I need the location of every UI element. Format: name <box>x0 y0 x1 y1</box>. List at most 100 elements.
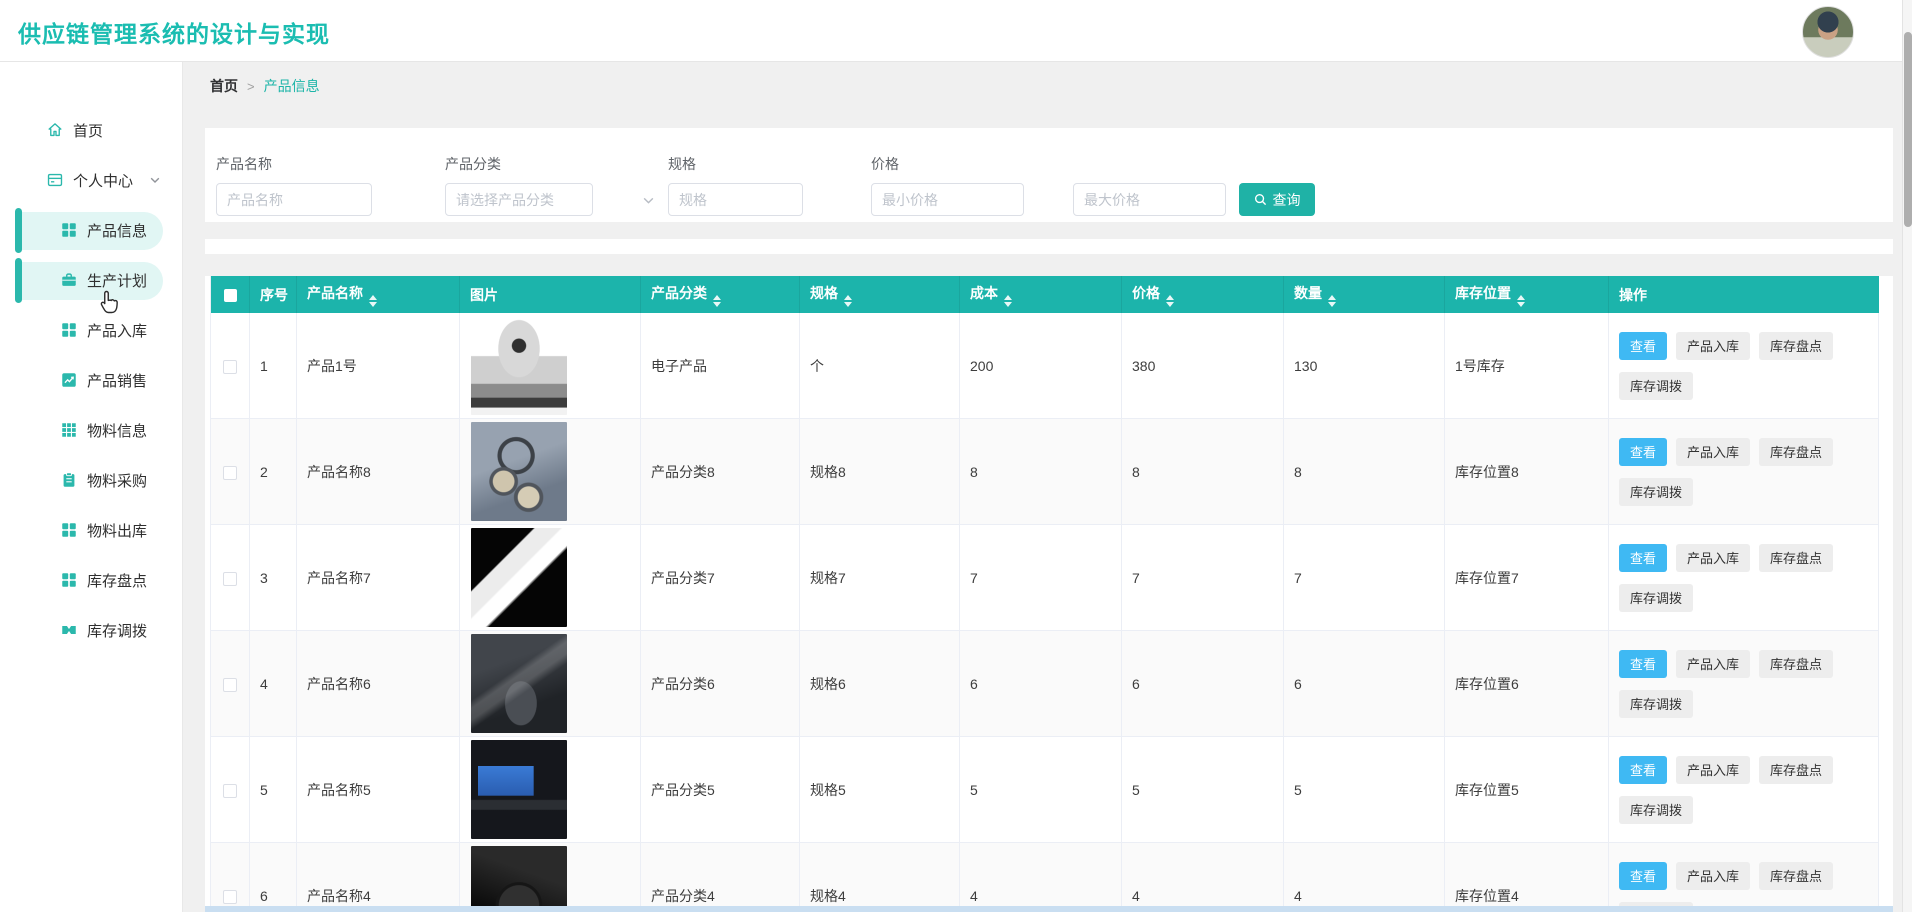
cell-spec: 规格5 <box>800 737 960 843</box>
view-button[interactable]: 查看 <box>1619 544 1667 572</box>
view-button[interactable]: 查看 <box>1619 862 1667 890</box>
col-header-spec[interactable]: 规格 <box>800 276 960 313</box>
inventory-check-button[interactable]: 库存盘点 <box>1759 438 1833 466</box>
app-window: 供应链管理系统的设计与实现 首页 个人中心 <box>0 0 1912 912</box>
breadcrumb-home[interactable]: 首页 <box>210 76 238 96</box>
sidebar-item-inventory-transfer[interactable]: 库存调拨 <box>0 610 182 650</box>
cell-price: 8 <box>1122 419 1284 525</box>
col-header-category[interactable]: 产品分类 <box>641 276 800 313</box>
inventory-transfer-button[interactable]: 库存调拨 <box>1619 478 1693 506</box>
inventory-transfer-button[interactable]: 库存调拨 <box>1619 796 1693 824</box>
sidebar-item-label: 产品销售 <box>87 370 147 391</box>
sidebar-item-product-sales[interactable]: 产品销售 <box>0 360 182 400</box>
vertical-scrollbar-thumb[interactable] <box>1904 32 1912 227</box>
product-image[interactable] <box>471 740 567 839</box>
briefcase-icon <box>60 271 78 289</box>
col-header-actions: 操作 <box>1609 276 1879 313</box>
row-checkbox[interactable] <box>223 784 237 798</box>
select-all-checkbox[interactable] <box>224 289 237 302</box>
inventory-check-button[interactable]: 库存盘点 <box>1759 862 1833 890</box>
sidebar-item-product-info[interactable]: 产品信息 <box>0 210 182 250</box>
view-button[interactable]: 查看 <box>1619 650 1667 678</box>
mouse-hand-cursor <box>96 288 124 316</box>
product-image[interactable] <box>471 316 567 415</box>
row-checkbox[interactable] <box>223 466 237 480</box>
sidebar-item-product-inbound[interactable]: 产品入库 <box>0 310 182 350</box>
sidebar-item-inventory-check[interactable]: 库存盘点 <box>0 560 182 600</box>
product-inbound-button[interactable]: 产品入库 <box>1676 650 1750 678</box>
inventory-check-button[interactable]: 库存盘点 <box>1759 650 1833 678</box>
sidebar-item-material-outbound[interactable]: 物料出库 <box>0 510 182 550</box>
sidebar-item-label: 个人中心 <box>73 170 133 191</box>
table-row: 2 产品名称8 产品分类8 规格8 8 8 8 库存位置8 查看 产品入库 库存… <box>211 419 1879 525</box>
product-inbound-button[interactable]: 产品入库 <box>1676 756 1750 784</box>
min-price-input[interactable] <box>871 183 1024 216</box>
product-image[interactable] <box>471 528 567 627</box>
inventory-check-button[interactable]: 库存盘点 <box>1759 756 1833 784</box>
horizontal-scrollbar[interactable] <box>205 906 1893 912</box>
inventory-transfer-button[interactable]: 库存调拨 <box>1619 690 1693 718</box>
product-inbound-button[interactable]: 产品入库 <box>1676 332 1750 360</box>
row-checkbox[interactable] <box>223 360 237 374</box>
inventory-transfer-button[interactable]: 库存调拨 <box>1619 584 1693 612</box>
sort-icons[interactable] <box>1166 295 1174 307</box>
cell-category: 产品分类5 <box>641 737 800 843</box>
product-image[interactable] <box>471 634 567 733</box>
col-header-location[interactable]: 库存位置 <box>1445 276 1609 313</box>
top-header: 供应链管理系统的设计与实现 <box>0 0 1912 62</box>
sidebar-item-material-purchase[interactable]: 物料采购 <box>0 460 182 500</box>
search-button[interactable]: 查询 <box>1239 183 1315 216</box>
inventory-check-button[interactable]: 库存盘点 <box>1759 544 1833 572</box>
col-header-name[interactable]: 产品名称 <box>297 276 460 313</box>
product-image[interactable] <box>471 422 567 521</box>
product-inbound-button[interactable]: 产品入库 <box>1676 862 1750 890</box>
view-button[interactable]: 查看 <box>1619 438 1667 466</box>
spec-input[interactable] <box>668 183 803 216</box>
product-name-input[interactable] <box>216 183 372 216</box>
cell-category: 产品分类4 <box>641 843 800 912</box>
cell-price: 4 <box>1122 843 1284 912</box>
sort-icons[interactable] <box>1004 295 1012 307</box>
sidebar-item-material-info[interactable]: 物料信息 <box>0 410 182 450</box>
product-image[interactable] <box>471 846 567 912</box>
col-header-price[interactable]: 价格 <box>1122 276 1284 313</box>
grid-icon <box>60 321 78 339</box>
max-price-input[interactable] <box>1073 183 1226 216</box>
inventory-transfer-button[interactable]: 库存调拨 <box>1619 372 1693 400</box>
product-table-card: 序号 产品名称 图片 产品分类 规格 成本 价格 数量 库存位置 操作 <box>205 276 1893 912</box>
cell-cost: 8 <box>960 419 1122 525</box>
product-inbound-button[interactable]: 产品入库 <box>1676 438 1750 466</box>
row-checkbox[interactable] <box>223 890 237 904</box>
sidebar-item-personal-center[interactable]: 个人中心 <box>0 160 182 200</box>
sort-icons[interactable] <box>713 295 721 307</box>
sidebar-item-home[interactable]: 首页 <box>0 110 182 150</box>
sidebar-item-label: 产品信息 <box>87 220 147 241</box>
vertical-scrollbar-track[interactable] <box>1902 0 1912 912</box>
cell-location: 库存位置7 <box>1445 525 1609 631</box>
view-button[interactable]: 查看 <box>1619 332 1667 360</box>
sidebar-item-production-plan[interactable]: 生产计划 <box>0 260 182 300</box>
user-center-icon <box>46 171 64 189</box>
row-checkbox[interactable] <box>223 678 237 692</box>
user-avatar[interactable] <box>1802 6 1854 58</box>
cell-no: 4 <box>250 631 297 737</box>
sidebar-menu: 首页 个人中心 产品信息 <box>0 62 182 650</box>
col-header-qty[interactable]: 数量 <box>1284 276 1445 313</box>
inventory-check-button[interactable]: 库存盘点 <box>1759 332 1833 360</box>
select-chevron-icon[interactable] <box>642 194 655 212</box>
sort-icons[interactable] <box>844 295 852 307</box>
grid-icon <box>60 221 78 239</box>
product-inbound-button[interactable]: 产品入库 <box>1676 544 1750 572</box>
sort-icons[interactable] <box>1517 295 1525 307</box>
table-row: 6 产品名称4 产品分类4 规格4 4 4 4 库存位置4 查看 产品入库 库存… <box>211 843 1879 912</box>
sort-icons[interactable] <box>369 295 377 307</box>
row-checkbox[interactable] <box>223 572 237 586</box>
view-button[interactable]: 查看 <box>1619 756 1667 784</box>
sort-icons[interactable] <box>1328 295 1336 307</box>
cell-price: 380 <box>1122 313 1284 419</box>
col-header-cost[interactable]: 成本 <box>960 276 1122 313</box>
cell-no: 3 <box>250 525 297 631</box>
breadcrumb: 首页 > 产品信息 <box>210 76 320 96</box>
cell-qty: 130 <box>1284 313 1445 419</box>
category-select[interactable] <box>445 183 593 216</box>
